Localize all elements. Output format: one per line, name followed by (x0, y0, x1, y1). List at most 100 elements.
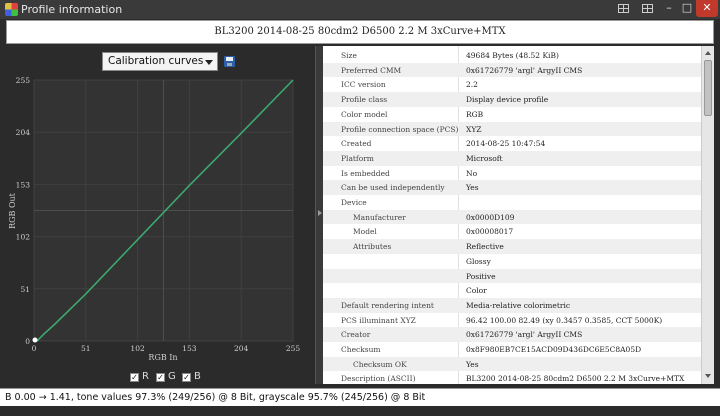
splitter-arrow-icon (318, 210, 322, 216)
x-tick-label: 102 (130, 344, 145, 353)
info-scrollbar[interactable] (701, 46, 714, 384)
minimize-button[interactable]: – (660, 0, 678, 17)
grid-icon (617, 4, 629, 13)
channel-b-checkbox[interactable]: ✓ B (182, 371, 201, 382)
info-value: 2014-08-25 10:47:54 (466, 139, 546, 149)
check-icon: ✓ (156, 373, 165, 382)
x-tick-label: 51 (81, 344, 91, 353)
info-value: Yes (466, 359, 479, 369)
info-row: Platform Microsoft (323, 150, 701, 166)
info-key: Checksum (341, 345, 381, 354)
info-key: Attributes (353, 242, 392, 252)
chevron-down-icon (205, 60, 213, 65)
app-icon (5, 3, 18, 16)
info-row: Can be used independently Yes (323, 180, 701, 195)
info-value: Reflective (466, 242, 504, 252)
info-key: Description (ASCII) (341, 374, 416, 384)
info-row: Device (323, 195, 701, 210)
info-row: Color model RGB (323, 107, 701, 122)
info-value: Positive (466, 271, 496, 281)
panel-splitter[interactable] (315, 46, 323, 384)
info-value: 49684 Bytes (48.52 KiB) (466, 51, 559, 60)
channel-g-checkbox[interactable]: ✓ G (156, 371, 176, 382)
info-row: Profile connection space (PCS) XYZ (323, 121, 701, 137)
info-row: Preferred CMM 0x61726779 'argl' ArgyII CM… (323, 62, 701, 78)
y-axis-label: RGB Out (8, 192, 17, 229)
info-value: 96.42 100.00 82.49 (xy 0.3457 0.3585, CC… (466, 315, 663, 325)
info-row: ICC version 2.2 (323, 77, 701, 92)
view-select[interactable]: Calibration curves (102, 52, 218, 71)
y-tick-label: 204 (16, 128, 31, 137)
y-tick-label: 153 (16, 180, 31, 189)
info-row: Attributes Reflective (323, 239, 701, 254)
check-icon: ✓ (182, 373, 191, 382)
chart-panel: Calibration curves 0 51 102 153 204 255 0 51 102… (6, 46, 315, 384)
info-value: Color (466, 286, 487, 296)
info-row: Description (ASCII) BL3200 2014-08-25 80c… (323, 371, 701, 384)
info-value: Display device profile (466, 95, 549, 105)
info-key: Preferred CMM (341, 65, 402, 75)
info-key: Is embedded (341, 168, 390, 178)
x-axis-label: RGB In (148, 353, 177, 362)
info-value: BL3200 2014-08-25 80cdm2 D6500 2.2 M 3xC… (466, 374, 685, 384)
info-value: Media-relative colorimetric (466, 300, 571, 310)
title-bar: Profile information – □ ✕ (0, 0, 720, 19)
info-row: Color (323, 283, 701, 298)
y-tick-label: 51 (20, 285, 30, 294)
save-icon[interactable] (224, 56, 235, 67)
info-key: Model (353, 227, 377, 237)
info-row: Default rendering intent Media-relative c… (323, 297, 701, 313)
info-key: Profile class (341, 95, 388, 105)
layout-list-button[interactable] (636, 0, 658, 17)
info-row: PCS illuminant XYZ 96.42 100.00 82.49 (xy… (323, 313, 701, 328)
x-tick-label: 153 (182, 344, 197, 353)
view-select-value: Calibration curves (108, 55, 204, 67)
info-key: Creator (341, 330, 371, 340)
x-tick-label: 0 (32, 344, 37, 353)
info-value: Glossy (466, 256, 491, 266)
info-value: 2.2 (466, 80, 478, 90)
info-row: Checksum 0x8F980EB7CE15ACD09D436DC6E5C8A0… (323, 342, 701, 357)
info-value: 0x61726779 'argl' ArgyII CMS (466, 65, 583, 75)
check-icon: ✓ (130, 373, 139, 382)
info-value: Yes (466, 183, 479, 193)
info-key: Checksum OK (353, 359, 407, 369)
info-row: Manufacturer 0x0000D109 (323, 209, 701, 225)
list-icon (641, 4, 653, 13)
info-key: Platform (341, 153, 374, 163)
info-value: 0x61726779 'argl' ArgyII CMS (466, 330, 583, 340)
layout-grid-button[interactable] (613, 0, 633, 17)
info-value: XYZ (466, 124, 482, 134)
info-row: Glossy (323, 254, 701, 269)
x-tick-label: 204 (234, 344, 249, 353)
curve-start-marker (32, 337, 38, 343)
info-value: RGB (466, 109, 484, 119)
info-key: Size (341, 51, 357, 60)
channel-r-checkbox[interactable]: ✓ R (130, 371, 149, 382)
info-row: Is embedded No (323, 166, 701, 181)
info-key: ICC version (341, 80, 386, 90)
x-tick-label: 255 (286, 344, 301, 353)
info-row: Model 0x00008017 (323, 224, 701, 239)
info-row: Created 2014-08-25 10:47:54 (323, 136, 701, 151)
info-key: Can be used independently (341, 183, 445, 193)
info-key: Device (341, 198, 367, 207)
info-row: Creator 0x61726779 'argl' ArgyII CMS (323, 327, 701, 342)
scroll-up-icon[interactable] (705, 51, 711, 55)
info-value: 0x8F980EB7CE15ACD09D436DC6E5C8A05D (466, 345, 642, 354)
info-key: Created (341, 139, 372, 149)
info-row: Checksum OK Yes (323, 356, 701, 372)
window-title: Profile information (21, 3, 123, 16)
close-button[interactable]: ✕ (696, 0, 718, 17)
y-tick-label: 255 (16, 76, 31, 85)
info-key: Manufacturer (353, 212, 406, 222)
scroll-thumb[interactable] (704, 60, 712, 116)
info-key: Profile connection space (PCS) (341, 124, 459, 134)
info-value: Microsoft (466, 153, 503, 163)
y-tick-label: 0 (25, 337, 30, 346)
info-value: 0x00008017 (466, 227, 514, 237)
maximize-button[interactable]: □ (678, 0, 696, 17)
info-value: 0x0000D109 (466, 212, 515, 222)
scroll-down-icon[interactable] (705, 374, 711, 378)
info-key: Default rendering intent (341, 300, 434, 310)
